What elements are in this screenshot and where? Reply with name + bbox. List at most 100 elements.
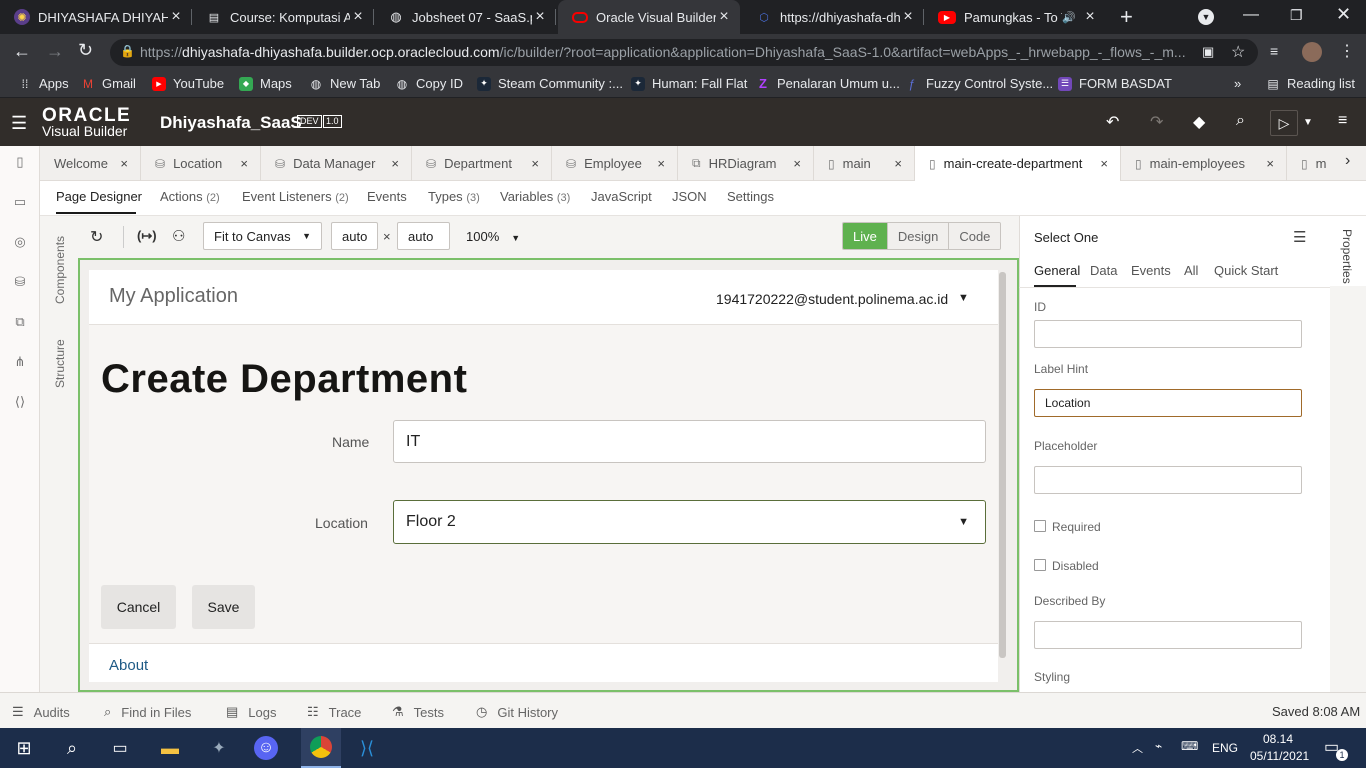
clock-date[interactable]: 05/11/2021 bbox=[1250, 749, 1309, 763]
properties-tab[interactable]: Properties bbox=[1340, 229, 1354, 284]
reload-icon[interactable]: ↻ bbox=[78, 40, 93, 61]
menu-icon[interactable]: ≡ bbox=[1338, 112, 1347, 130]
code-mode-button[interactable]: Code bbox=[948, 223, 1001, 249]
find-in-files-button[interactable]: ⌕ Find in Files bbox=[104, 704, 191, 720]
app-name[interactable]: Dhiyashafa_SaaS bbox=[160, 113, 302, 133]
styling-section[interactable]: Styling bbox=[1034, 670, 1070, 684]
bookmarks-overflow[interactable]: » bbox=[1234, 76, 1241, 91]
steam-icon[interactable]: ✦ bbox=[204, 733, 234, 763]
tab-data-manager[interactable]: ⛁ Data Manager × bbox=[261, 146, 412, 181]
cancel-button[interactable]: Cancel bbox=[101, 585, 176, 629]
bookmark-new-tab[interactable]: ◍ New Tab bbox=[309, 76, 381, 91]
bookmark-maps[interactable]: ◆ Maps bbox=[239, 76, 292, 91]
bookmark-fuzzy[interactable]: ƒ Fuzzy Control Syste... bbox=[905, 76, 1054, 91]
network-icon[interactable]: ⌁ bbox=[1155, 739, 1162, 753]
prop-tab-quick-start[interactable]: Quick Start bbox=[1214, 263, 1278, 278]
keyboard-icon[interactable]: ⌨ bbox=[1181, 739, 1198, 753]
git-icon[interactable]: ◆ bbox=[1193, 112, 1205, 132]
discord-icon[interactable]: ☺ bbox=[254, 736, 278, 760]
back-icon[interactable]: ← bbox=[13, 41, 31, 62]
tab-main[interactable]: ▯ main × bbox=[814, 146, 915, 181]
required-checkbox[interactable] bbox=[1034, 520, 1046, 532]
tab-welcome[interactable]: Welcome × bbox=[40, 146, 141, 181]
close-icon[interactable]: × bbox=[531, 156, 539, 171]
vscode-icon[interactable]: ⟩⟨ bbox=[352, 733, 382, 763]
close-icon[interactable]: × bbox=[120, 156, 128, 171]
forward-icon[interactable]: → bbox=[46, 41, 64, 62]
close-icon[interactable]: × bbox=[168, 8, 184, 26]
user-icon[interactable]: ⚇ bbox=[172, 227, 185, 245]
subtab-variables[interactable]: Variables (3) bbox=[500, 189, 570, 204]
properties-menu-icon[interactable]: ☰ bbox=[1293, 228, 1306, 246]
web-apps-icon[interactable]: ▭ bbox=[12, 194, 28, 210]
bookmark-gmail[interactable]: M Gmail bbox=[81, 76, 136, 91]
tabs-scroll-right-icon[interactable]: › bbox=[1345, 152, 1350, 170]
components-tab[interactable]: Components bbox=[53, 236, 67, 304]
live-mode-button[interactable]: Live bbox=[843, 223, 887, 249]
close-icon[interactable]: × bbox=[1082, 8, 1098, 26]
location-select[interactable]: Floor 2 ▼ bbox=[393, 500, 986, 544]
bookmark-penalaran[interactable]: Z Penalaran Umum u... bbox=[756, 76, 900, 91]
hamburger-menu-icon[interactable]: ☰ bbox=[11, 113, 27, 134]
clock-time[interactable]: 08.14 bbox=[1263, 732, 1293, 746]
tests-button[interactable]: ⚗ Tests bbox=[392, 704, 444, 720]
bookmark-apps[interactable]: ⁞⁞ Apps bbox=[18, 76, 69, 91]
name-input[interactable]: IT bbox=[393, 420, 986, 463]
chrome-taskbar-button[interactable] bbox=[301, 728, 341, 768]
chevron-down-icon[interactable]: ▼ bbox=[1303, 117, 1313, 128]
tab-employee[interactable]: ⛁ Employee × bbox=[552, 146, 678, 181]
save-button[interactable]: Save bbox=[192, 585, 255, 629]
trace-button[interactable]: ☷ Trace bbox=[307, 704, 361, 720]
design-mode-button[interactable]: Design bbox=[886, 223, 949, 249]
tab-main-employees[interactable]: ▯ main-employees × bbox=[1121, 146, 1287, 181]
browser-tab[interactable]: ✺ DHIYASHAFA DHIYAH × bbox=[0, 0, 192, 34]
prop-tab-general[interactable]: General bbox=[1034, 263, 1080, 278]
new-tab-button[interactable]: + bbox=[1120, 4, 1133, 30]
tab-location[interactable]: ⛁ Location × bbox=[141, 146, 261, 181]
subtab-actions[interactable]: Actions (2) bbox=[160, 189, 220, 204]
close-icon[interactable]: × bbox=[240, 156, 248, 171]
source-icon[interactable]: ⟨⟩ bbox=[12, 394, 28, 410]
described-by-input[interactable] bbox=[1034, 621, 1302, 649]
speaker-icon[interactable]: 🔊 bbox=[1062, 11, 1076, 24]
audits-button[interactable]: ☰ Audits bbox=[12, 704, 70, 720]
logs-button[interactable]: ▤ Logs bbox=[226, 704, 277, 720]
components-icon[interactable]: ⧉ bbox=[12, 314, 28, 330]
browser-tab-active[interactable]: Oracle Visual Builder | × bbox=[558, 0, 740, 34]
close-icon[interactable]: × bbox=[894, 156, 902, 171]
tab-main-create-department[interactable]: ▯ main-create-department × bbox=[915, 146, 1121, 181]
id-input[interactable] bbox=[1034, 320, 1302, 348]
bookmark-steam[interactable]: ✦ Steam Community :... bbox=[477, 76, 623, 91]
browser-tab[interactable]: ▶ Pamungkas - To Th 🔊 × bbox=[924, 0, 1106, 34]
placeholder-input[interactable] bbox=[1034, 466, 1302, 494]
close-icon[interactable]: × bbox=[793, 156, 801, 171]
search-icon[interactable]: ⌕ bbox=[57, 733, 87, 763]
file-explorer-icon[interactable]: ▬ bbox=[155, 733, 185, 763]
windows-start-icon[interactable]: ⊞ bbox=[9, 733, 39, 763]
prop-tab-all[interactable]: All bbox=[1184, 263, 1198, 278]
prop-tab-data[interactable]: Data bbox=[1090, 263, 1117, 278]
tab-search-icon[interactable]: ▼ bbox=[1198, 9, 1214, 25]
subtab-json[interactable]: JSON bbox=[672, 189, 707, 204]
subtab-event-listeners[interactable]: Event Listeners (2) bbox=[242, 189, 349, 204]
refresh-icon[interactable]: ↻ bbox=[90, 227, 103, 247]
tab-department[interactable]: ⛁ Department × bbox=[412, 146, 552, 181]
processes-icon[interactable]: ⋔ bbox=[12, 354, 28, 370]
browser-tab[interactable]: ▤ Course: Komputasi Aw × bbox=[192, 0, 374, 34]
mobile-apps-icon[interactable]: ▯ bbox=[12, 154, 28, 170]
subtab-events[interactable]: Events bbox=[367, 189, 407, 204]
canvas-height-input[interactable]: auto bbox=[397, 222, 450, 250]
browser-tab[interactable]: ⬡ https://dhiyashafa-dhi × bbox=[742, 0, 924, 34]
chevron-up-icon[interactable]: ︿ bbox=[1132, 740, 1143, 756]
bookmark-form-basdat[interactable]: ☰ FORM BASDAT bbox=[1058, 76, 1172, 91]
tab-hrdiagram[interactable]: ⧉ HRDiagram × bbox=[678, 146, 814, 181]
canvas-width-input[interactable]: auto bbox=[331, 222, 378, 250]
close-icon[interactable]: × bbox=[391, 156, 399, 171]
canvas-scrollbar[interactable] bbox=[999, 272, 1006, 658]
bookmark-star-icon[interactable]: ☆ bbox=[1231, 42, 1245, 62]
bookmark-copy-id[interactable]: ◍ Copy ID bbox=[395, 76, 463, 91]
minimize-icon[interactable]: — bbox=[1243, 6, 1259, 24]
variables-icon[interactable]: (↦) bbox=[137, 228, 157, 244]
user-menu[interactable]: 1941720222@student.polinema.ac.id bbox=[716, 291, 948, 307]
disabled-checkbox[interactable] bbox=[1034, 559, 1046, 571]
